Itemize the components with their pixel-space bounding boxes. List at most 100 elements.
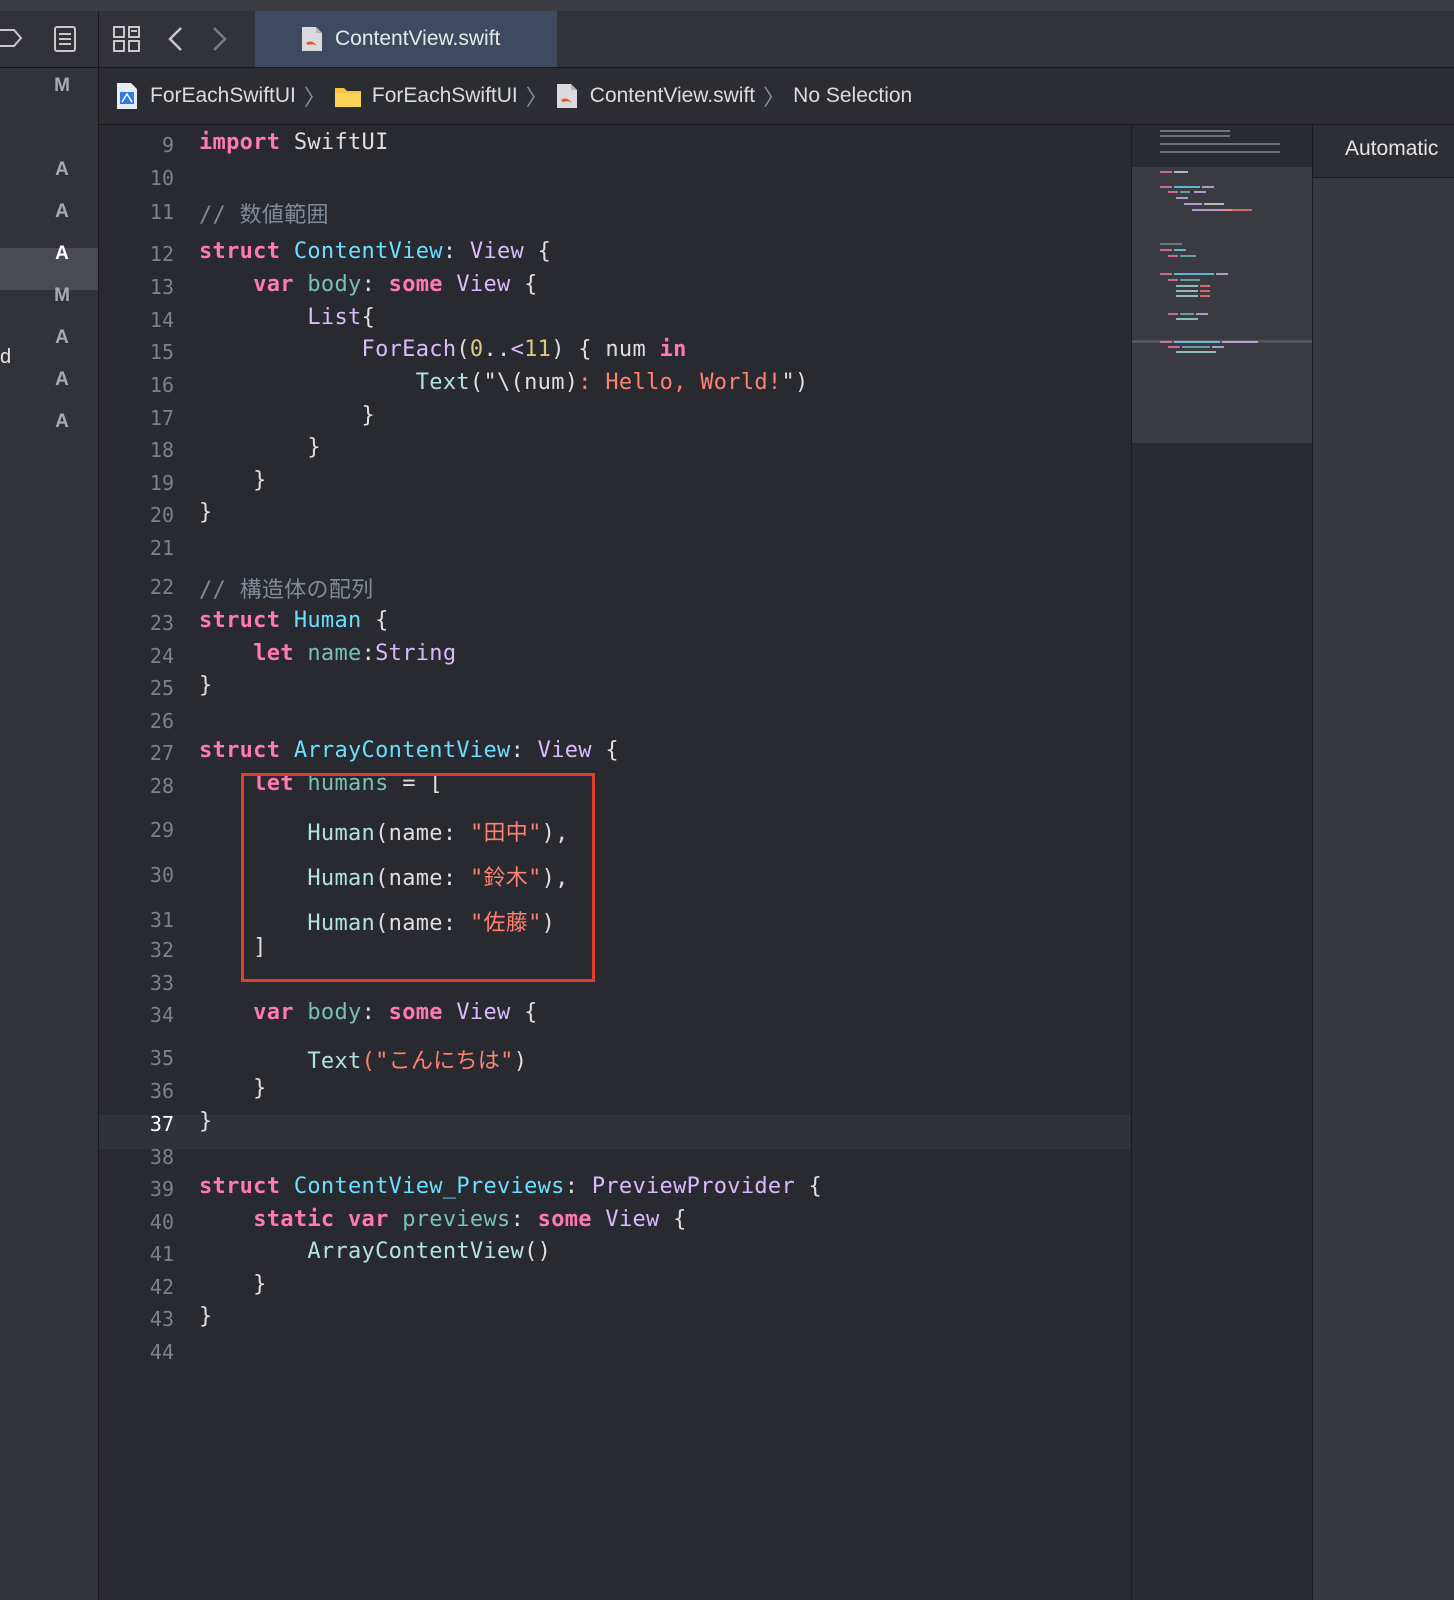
code-token: some (388, 1000, 443, 1025)
report-navigator-icon[interactable] (53, 25, 77, 53)
breakpoint-navigator-icon[interactable] (0, 27, 24, 49)
minimap-line (1194, 191, 1206, 193)
line-number: 9 (161, 133, 174, 157)
code-token: Text (415, 370, 470, 395)
breadcrumb-folder[interactable]: ForEachSwiftUI (372, 84, 518, 108)
code-text: } (199, 1109, 213, 1134)
truncated-file-name: d (0, 346, 12, 368)
code-token: View (469, 239, 525, 264)
minimap[interactable] (1131, 125, 1312, 1600)
source-control-status: A (55, 327, 69, 348)
code-token: : (361, 641, 376, 666)
code-token: } (199, 1109, 213, 1134)
code-token: Human (293, 608, 362, 633)
source-control-status: M (54, 285, 70, 306)
code-token: : (361, 272, 389, 297)
line-number: 32 (149, 938, 174, 962)
line-number: 18 (149, 438, 174, 462)
minimap-line (1168, 346, 1180, 348)
annotation-highlight-box (241, 773, 595, 982)
tab-label: ContentView.swift (335, 27, 501, 50)
code-token: { (524, 239, 552, 264)
minimap-line (1222, 209, 1252, 211)
minimap-line (1160, 143, 1280, 145)
source-editor[interactable]: 9 import SwiftUI 10 11 // 数値範囲 12 struct Conte… (99, 125, 1130, 1600)
code-token: List (307, 305, 362, 330)
line-number: 28 (149, 774, 174, 798)
forward-chevron-icon[interactable] (203, 23, 235, 55)
minimap-line (1196, 313, 1208, 315)
current-line-highlight (99, 1115, 1130, 1149)
minimap-line (1174, 171, 1188, 173)
minimap-line (1182, 346, 1210, 348)
code-token: } (199, 1076, 267, 1101)
line-number: 36 (149, 1079, 174, 1103)
source-control-status: A (55, 243, 69, 264)
back-chevron-icon[interactable] (161, 23, 193, 55)
code-text: } (199, 468, 267, 493)
minimap-line (1180, 255, 1196, 257)
navigator-toolbar (0, 11, 98, 68)
minimap-line (1174, 249, 1186, 251)
code-token: { (795, 1174, 823, 1199)
minimap-line (1200, 285, 1210, 287)
line-number: 29 (149, 818, 174, 842)
breadcrumb-separator-icon: 〉 (303, 86, 326, 111)
code-token: () (524, 1239, 552, 1264)
preview-mode-label[interactable]: Automatic (1345, 137, 1438, 161)
code-token: previews (402, 1207, 511, 1232)
minimap-line (1180, 191, 1190, 193)
minimap-line (1160, 171, 1172, 173)
tab-content-view-swift[interactable]: ContentView.swift (255, 11, 557, 67)
breadcrumb-selection[interactable]: No Selection (793, 84, 912, 108)
project-navigator: d M A A A M A A A (0, 11, 99, 1600)
code-text: List{ (199, 305, 375, 330)
code-token: ContentView (293, 239, 443, 264)
line-number: 44 (149, 1340, 174, 1364)
minimap-line (1180, 313, 1194, 315)
related-items-grid-icon[interactable] (111, 23, 143, 55)
selected-navigator-row[interactable] (0, 248, 98, 290)
line-number: 30 (149, 863, 174, 887)
minimap-line (1168, 191, 1178, 193)
minimap-line (1202, 186, 1214, 188)
line-number: 39 (149, 1177, 174, 1201)
line-number: 25 (149, 676, 174, 700)
breadcrumb-file[interactable]: ContentView.swift (590, 84, 755, 108)
minimap-line (1184, 203, 1202, 205)
line-number: 24 (149, 644, 174, 668)
code-token: { (510, 272, 538, 297)
code-token: { (510, 1000, 538, 1025)
code-text: ForEach(0..<11) { num in (199, 337, 687, 362)
code-token: static (253, 1207, 335, 1232)
line-number: 40 (149, 1210, 174, 1234)
minimap-line (1176, 197, 1188, 199)
folder-icon (334, 88, 361, 107)
source-control-status: A (55, 411, 69, 432)
canvas-preview-pane: Automatic (1312, 125, 1454, 1600)
minimap-line (1160, 151, 1280, 153)
code-token: : (442, 239, 470, 264)
source-control-status: M (54, 75, 70, 96)
code-token: var (348, 1207, 389, 1232)
minimap-line (1168, 279, 1178, 281)
code-text: var body: some View { (199, 272, 538, 297)
line-number: 19 (149, 471, 174, 495)
code-token: PreviewProvider (591, 1174, 796, 1199)
line-number: 22 (149, 575, 174, 599)
swift-file-icon (556, 84, 577, 108)
code-text: } (199, 500, 213, 525)
code-token: struct (199, 738, 281, 763)
breadcrumb-project[interactable]: ForEachSwiftUI (150, 84, 296, 108)
editor-tab-bar: ContentView.swift (99, 11, 1454, 68)
line-number: 17 (149, 406, 174, 430)
breadcrumb-separator-icon: 〉 (763, 86, 786, 111)
line-number: 38 (149, 1145, 174, 1169)
code-token: body (307, 272, 362, 297)
code-token: ContentView_Previews (293, 1174, 565, 1199)
